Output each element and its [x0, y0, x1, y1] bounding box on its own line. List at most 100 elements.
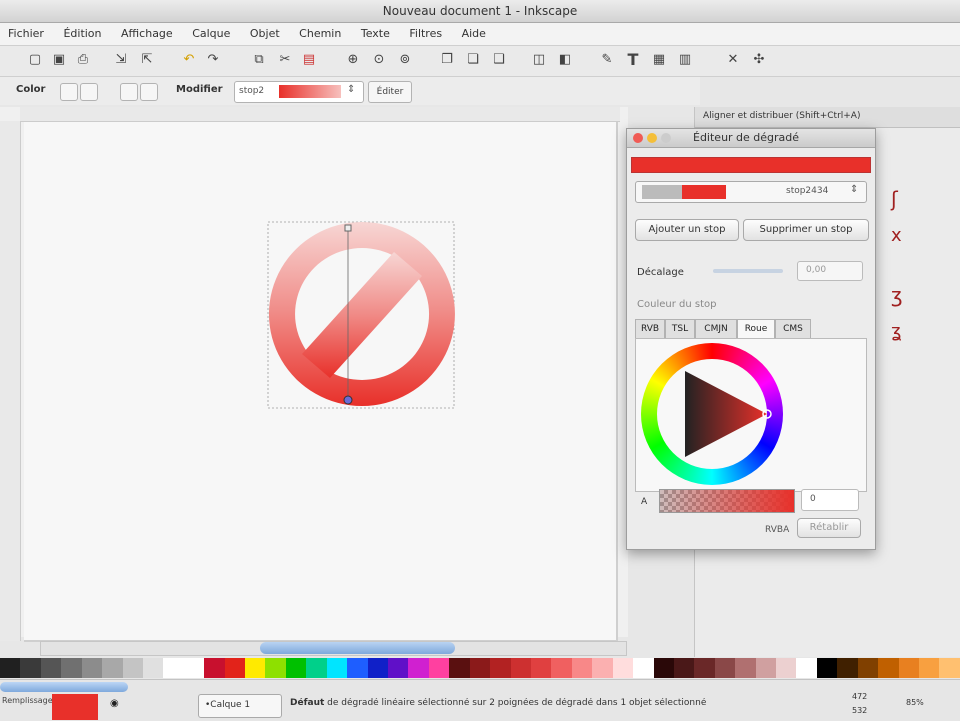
palette-swatch[interactable]	[408, 658, 429, 678]
palette-swatch[interactable]	[571, 658, 593, 678]
remove-stop-button[interactable]: Supprimer un stop	[743, 219, 869, 241]
palette-swatch[interactable]	[122, 658, 143, 678]
undo-icon[interactable]: ↶	[180, 51, 198, 69]
palette-swatch[interactable]	[326, 658, 348, 678]
palette-swatch[interactable]	[388, 658, 409, 678]
menu-text[interactable]: Texte	[353, 23, 398, 45]
menu-help[interactable]: Aide	[454, 23, 494, 45]
palette-swatch[interactable]	[776, 658, 797, 678]
palette-swatch[interactable]	[367, 658, 389, 678]
palette-swatch[interactable]	[265, 658, 286, 678]
fill-target-button[interactable]	[120, 83, 138, 101]
palette-swatch[interactable]	[918, 658, 940, 678]
palette-swatch[interactable]	[796, 658, 817, 678]
drawing-canvas[interactable]	[262, 216, 462, 412]
group-icon[interactable]: ◫	[530, 51, 548, 69]
palette-swatch[interactable]	[469, 658, 491, 678]
tab-wheel[interactable]: Roue	[737, 319, 775, 338]
color-palette[interactable]	[0, 658, 960, 678]
palette-swatch[interactable]	[755, 658, 777, 678]
palette-swatch[interactable]	[347, 658, 368, 678]
tab-rgb[interactable]: RVB	[635, 319, 665, 338]
edit-gradient-button[interactable]: Éditer	[368, 81, 412, 103]
palette-swatch[interactable]	[449, 658, 470, 678]
palette-swatch[interactable]	[285, 658, 307, 678]
palette-swatch[interactable]	[816, 658, 838, 678]
palette-swatch[interactable]	[183, 658, 205, 678]
palette-swatch[interactable]	[0, 658, 21, 678]
palette-swatch[interactable]	[102, 658, 123, 678]
palette-swatch[interactable]	[551, 658, 572, 678]
fill-stroke-icon[interactable]: ✎	[598, 51, 616, 69]
align-icon-1[interactable]: ʃ	[891, 187, 898, 211]
fill-color-indicator[interactable]	[52, 694, 98, 720]
palette-swatch[interactable]	[857, 658, 879, 678]
redo-icon[interactable]: ↷	[204, 51, 222, 69]
align-icon-3[interactable]: ʒ	[891, 283, 903, 307]
stroke-target-button[interactable]	[140, 83, 158, 101]
palette-swatch[interactable]	[428, 658, 450, 678]
palette-swatch[interactable]	[878, 658, 899, 678]
palette-swatch[interactable]	[530, 658, 552, 678]
align-icon-2[interactable]: x	[891, 225, 902, 246]
palette-swatch[interactable]	[735, 658, 756, 678]
palette-swatch[interactable]	[898, 658, 919, 678]
palette-swatch[interactable]	[592, 658, 613, 678]
export-icon[interactable]: ⇱	[138, 51, 156, 69]
color-triangle-svg[interactable]	[641, 343, 783, 485]
paste-icon[interactable]: ▤	[300, 51, 318, 69]
layer-selector[interactable]: •Calque 1	[198, 694, 282, 718]
preferences-icon[interactable]: ✕	[724, 51, 742, 69]
align-icon-4[interactable]: ʓ	[891, 321, 901, 342]
palette-swatch[interactable]	[694, 658, 715, 678]
radial-gradient-button[interactable]	[80, 83, 98, 101]
tab-cmyk[interactable]: CMJN	[695, 319, 737, 338]
clone-icon[interactable]: ❏	[464, 51, 482, 69]
zoom-window-icon[interactable]	[661, 133, 671, 143]
palette-swatch[interactable]	[40, 658, 62, 678]
document-properties-icon[interactable]: ✣	[750, 51, 768, 69]
menu-path[interactable]: Chemin	[291, 23, 349, 45]
palette-swatch[interactable]	[939, 658, 960, 678]
zoom-page-icon[interactable]: ⊚	[396, 51, 414, 69]
prohibition-bar[interactable]	[302, 252, 422, 378]
palette-swatch[interactable]	[510, 658, 531, 678]
zoom-level[interactable]: 85%	[906, 698, 924, 707]
stop-select[interactable]: stop2 ⇕	[234, 81, 364, 103]
palette-swatch[interactable]	[163, 658, 184, 678]
menu-view[interactable]: Affichage	[113, 23, 181, 45]
close-window-icon[interactable]	[633, 133, 643, 143]
menu-filters[interactable]: Filtres	[401, 23, 450, 45]
palette-swatch[interactable]	[653, 658, 674, 678]
palette-swatch[interactable]	[224, 658, 246, 678]
alpha-slider[interactable]	[659, 489, 795, 513]
scrollbar-thumb[interactable]	[260, 642, 455, 654]
gradient-start-handle[interactable]	[344, 224, 352, 232]
palette-swatch[interactable]	[673, 658, 695, 678]
reset-button[interactable]: Rétablir	[797, 518, 861, 538]
palette-swatch[interactable]	[245, 658, 266, 678]
offset-spinbox[interactable]: 0,00	[797, 261, 863, 281]
palette-swatch[interactable]	[20, 658, 41, 678]
palette-swatch[interactable]	[204, 658, 225, 678]
new-document-icon[interactable]: ▢	[26, 51, 44, 69]
menu-layer[interactable]: Calque	[184, 23, 238, 45]
eye-icon[interactable]: ◉	[110, 696, 122, 718]
save-icon[interactable]: ▣	[50, 51, 68, 69]
zoom-drawing-icon[interactable]: ⊙	[370, 51, 388, 69]
text-tool-icon[interactable]: T	[624, 51, 642, 69]
palette-swatch[interactable]	[306, 658, 327, 678]
cut-icon[interactable]: ✂	[276, 51, 294, 69]
palette-swatch[interactable]	[490, 658, 511, 678]
duplicate-icon[interactable]: ❐	[438, 51, 456, 69]
align-icon[interactable]: ▥	[676, 51, 694, 69]
gradient-end-handle[interactable]	[343, 395, 353, 405]
minimize-window-icon[interactable]	[647, 133, 657, 143]
color-triangle[interactable]	[685, 371, 767, 457]
zoom-selection-icon[interactable]: ⊕	[344, 51, 362, 69]
tab-hsl[interactable]: TSL	[665, 319, 695, 338]
copy-icon[interactable]: ⧉	[250, 51, 268, 69]
offset-slider[interactable]	[713, 269, 783, 273]
palette-swatch[interactable]	[714, 658, 736, 678]
palette-swatch[interactable]	[61, 658, 82, 678]
